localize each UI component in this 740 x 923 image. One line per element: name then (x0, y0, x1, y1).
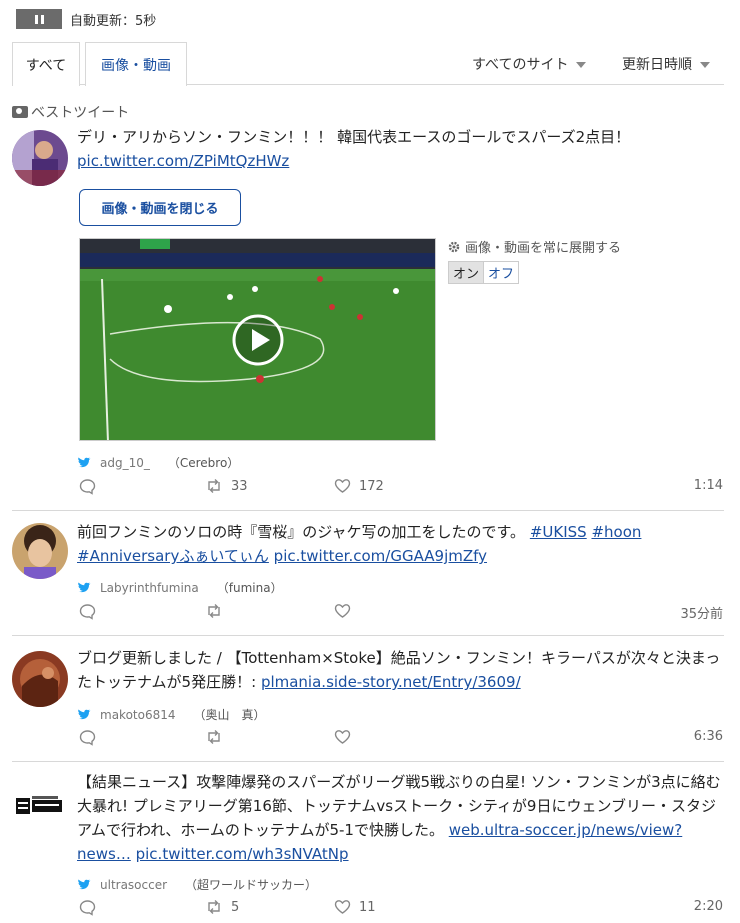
twitter-bird-icon (78, 879, 91, 890)
chevron-down-icon (700, 62, 710, 68)
reply-button[interactable] (79, 478, 96, 495)
best-tweet-heading: ベストツイート (12, 102, 129, 122)
reply-icon (79, 730, 96, 746)
reply-button[interactable] (79, 899, 96, 916)
reply-button[interactable] (79, 603, 96, 620)
tweet-actions: 33 172 1:14 (77, 478, 723, 498)
tweet-user: makoto6814 （奥山 真） (77, 706, 266, 723)
avatar[interactable] (12, 778, 68, 834)
tweet-text: デリ・アリからソン・フンミン！！！ 韓国代表エースのゴールでスパーズ2点目！ p… (77, 128, 631, 170)
twitter-bird-icon (78, 709, 91, 720)
expand-toggle: オン オフ (448, 261, 520, 284)
reply-icon (79, 900, 96, 916)
pause-icon (34, 14, 38, 24)
display-name: （Cerebro） (167, 456, 240, 470)
pause-button[interactable] (16, 9, 62, 29)
tab-bar: すべて 画像・動画 すべてのサイト 更新日時順 (12, 40, 724, 86)
tab-media[interactable]: 画像・動画 (85, 42, 187, 86)
retweet-button[interactable] (205, 729, 231, 745)
username[interactable]: makoto6814 (100, 708, 176, 722)
avatar[interactable] (12, 523, 68, 579)
like-button[interactable] (334, 729, 359, 745)
tweet-user: Labyrinthfumina （fumina） (77, 579, 283, 596)
tweet-time[interactable]: 6:36 (694, 729, 723, 744)
username[interactable]: ultrasoccer (100, 878, 167, 892)
retweet-button[interactable] (205, 603, 231, 619)
retweet-icon (208, 730, 220, 744)
divider (12, 635, 724, 636)
avatar[interactable] (12, 651, 68, 707)
display-name: （超ワールドサッカー） (185, 878, 318, 892)
reply-icon (79, 604, 96, 620)
toggle-off[interactable]: オフ (483, 262, 518, 283)
like-button[interactable]: 172 (334, 478, 384, 494)
tweet-text: 【結果ニュース】攻撃陣爆発のスパーズがリーグ戦5戦ぶりの白星! ソン・フンミンが… (77, 773, 721, 863)
toggle-on[interactable]: オン (449, 262, 484, 283)
tweet-actions: 6:36 (77, 729, 723, 749)
site-filter-label: すべてのサイト (472, 57, 569, 73)
retweet-button[interactable]: 5 (205, 899, 239, 915)
heart-icon (334, 900, 351, 914)
tweet-link[interactable]: plmania.side-story.net/Entry/3609/ (261, 673, 521, 691)
like-count: 11 (359, 899, 376, 915)
retweet-icon (208, 900, 220, 914)
retweet-icon (208, 604, 220, 618)
site-filter[interactable]: すべてのサイト (472, 54, 587, 74)
tweet-time[interactable]: 1:14 (694, 478, 723, 493)
hashtag-link[interactable]: #hoon (591, 523, 641, 541)
heart-icon (334, 604, 351, 618)
close-media-button[interactable]: 画像・動画を閉じる (79, 189, 241, 226)
tweet-text: ブログ更新しました / 【Tottenham×Stoke】絶品ソン・フンミン！キ… (77, 649, 721, 691)
tweet-text: 前回フンミンのソロの時『雪桜』のジャケ写の加工をしたのです。 #UKISS #h… (77, 523, 642, 565)
tweet-link[interactable]: pic.twitter.com/wh3sNVAtNp (136, 845, 349, 863)
retweet-count: 5 (231, 899, 240, 915)
reply-button[interactable] (79, 729, 96, 746)
tab-all[interactable]: すべて (12, 42, 80, 86)
display-name: （奥山 真） (193, 708, 266, 722)
video-player[interactable] (79, 238, 436, 441)
tweet-link[interactable]: pic.twitter.com/ZPiMtQzHWz (77, 152, 289, 170)
tweet-user: ultrasoccer （超ワールドサッカー） (77, 876, 317, 893)
username[interactable]: Labyrinthfumina (100, 581, 199, 595)
twitter-bird-icon (78, 582, 91, 593)
gear-icon (448, 241, 460, 252)
divider (12, 510, 724, 511)
avatar[interactable] (12, 130, 68, 186)
retweet-count: 33 (231, 478, 248, 494)
tweet-link[interactable]: pic.twitter.com/GGAA9jmZfy (274, 547, 487, 565)
reply-icon (79, 479, 96, 495)
username[interactable]: adg_10_ (100, 456, 150, 470)
tweet-actions: 35分前 (77, 603, 723, 623)
like-count: 172 (359, 478, 384, 494)
sort-filter[interactable]: 更新日時順 (622, 54, 710, 74)
like-button[interactable]: 11 (334, 899, 376, 915)
ultrasoccer-logo (16, 796, 64, 816)
display-name: （fumina） (216, 581, 283, 595)
tweet-time[interactable]: 35分前 (680, 603, 723, 622)
like-button[interactable] (334, 603, 359, 619)
camera-icon (12, 106, 28, 118)
chevron-down-icon (576, 62, 587, 68)
divider (12, 761, 724, 762)
tweet-time[interactable]: 2:20 (694, 899, 723, 914)
hashtag-link[interactable]: #Anniversaryふぁいてぃん (77, 547, 269, 565)
autoupdate-label: 自動更新：5秒 (70, 13, 157, 29)
hashtag-link[interactable]: #UKISS (530, 523, 587, 541)
sort-filter-label: 更新日時順 (622, 57, 692, 73)
top-bar: 自動更新：5秒 (16, 8, 156, 30)
expand-setting: 画像・動画を常に展開する (448, 237, 621, 256)
twitter-bird-icon (78, 457, 91, 468)
retweet-button[interactable]: 33 (205, 478, 248, 494)
heart-icon (334, 479, 351, 493)
tweet-actions: 5 11 2:20 (77, 899, 723, 919)
heart-icon (334, 730, 351, 744)
retweet-icon (208, 479, 220, 493)
tweet-user: adg_10_ （Cerebro） (77, 454, 239, 471)
